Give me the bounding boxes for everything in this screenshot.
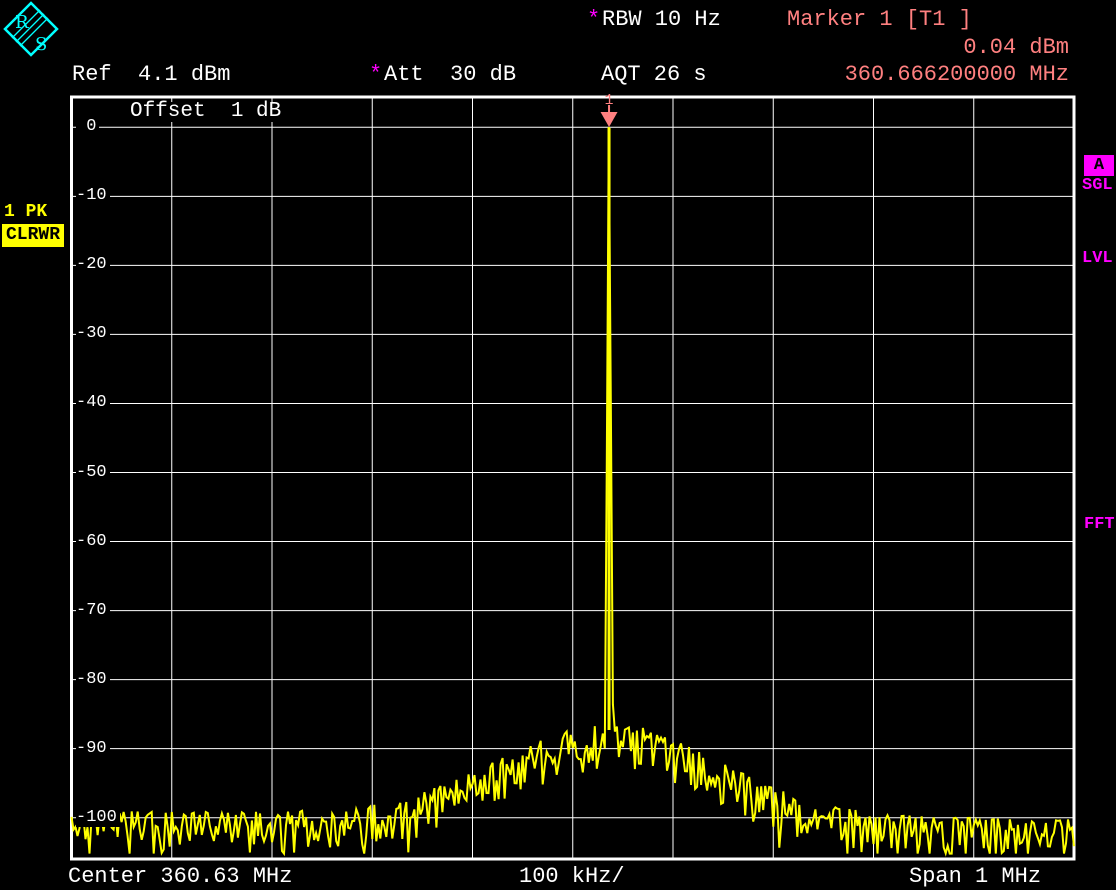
level-annunciator: LVL <box>1082 250 1113 267</box>
marker-1-triangle-icon <box>601 112 618 127</box>
marker-frequency-readout: 360.666200000 MHz <box>845 64 1069 85</box>
scale-per-division-label: 100 kHz/ <box>519 866 625 887</box>
spectrum-plot: 1 <box>0 0 1116 890</box>
marker-1-number: 1 <box>605 92 614 109</box>
attenuation-readout: Att 30 dB <box>384 64 516 85</box>
y-axis-label: -70 <box>76 602 110 620</box>
rs-logo-icon: R S <box>2 0 60 58</box>
y-axis-label: -30 <box>76 325 110 343</box>
span-label: Span 1 MHz <box>909 866 1041 887</box>
ref-level-readout: Ref 4.1 dBm <box>72 64 230 85</box>
marker-title: Marker 1 [T1 ] <box>787 9 972 30</box>
fft-annunciator: FFT <box>1084 516 1115 533</box>
rbw-coupled-star: * <box>587 9 600 30</box>
rbw-readout: RBW 10 Hz <box>602 9 721 30</box>
logo-letter-r: R <box>15 12 29 33</box>
aqt-readout: AQT 26 s <box>601 64 707 85</box>
screen-a-badge: A <box>1084 155 1114 176</box>
y-axis-label: -60 <box>76 533 110 551</box>
y-axis-label: -20 <box>76 256 110 274</box>
center-frequency-label: Center 360.63 MHz <box>68 866 292 887</box>
y-axis-label: -10 <box>76 187 110 205</box>
y-axis-label: -80 <box>76 671 110 689</box>
ref-offset-label: Offset 1 dB <box>126 102 285 122</box>
marker-level-readout: 0.04 dBm <box>963 37 1069 58</box>
trace-mode-badge: CLRWR <box>2 224 64 247</box>
att-coupled-star: * <box>369 64 382 85</box>
single-sweep-annunciator: SGL <box>1082 177 1113 194</box>
y-axis-label: -40 <box>76 394 110 412</box>
y-axis-label: -50 <box>76 464 110 482</box>
y-axis-label: -100 <box>76 809 120 827</box>
spectrum-analyzer-screen: { "header": { "rbw_star": "*", "rbw": "R… <box>0 0 1116 890</box>
y-axis-label: -90 <box>76 740 110 758</box>
logo-letter-s: S <box>35 34 47 55</box>
trace-detector-label: 1 PK <box>4 202 47 222</box>
y-axis-label: 0 <box>76 118 99 136</box>
